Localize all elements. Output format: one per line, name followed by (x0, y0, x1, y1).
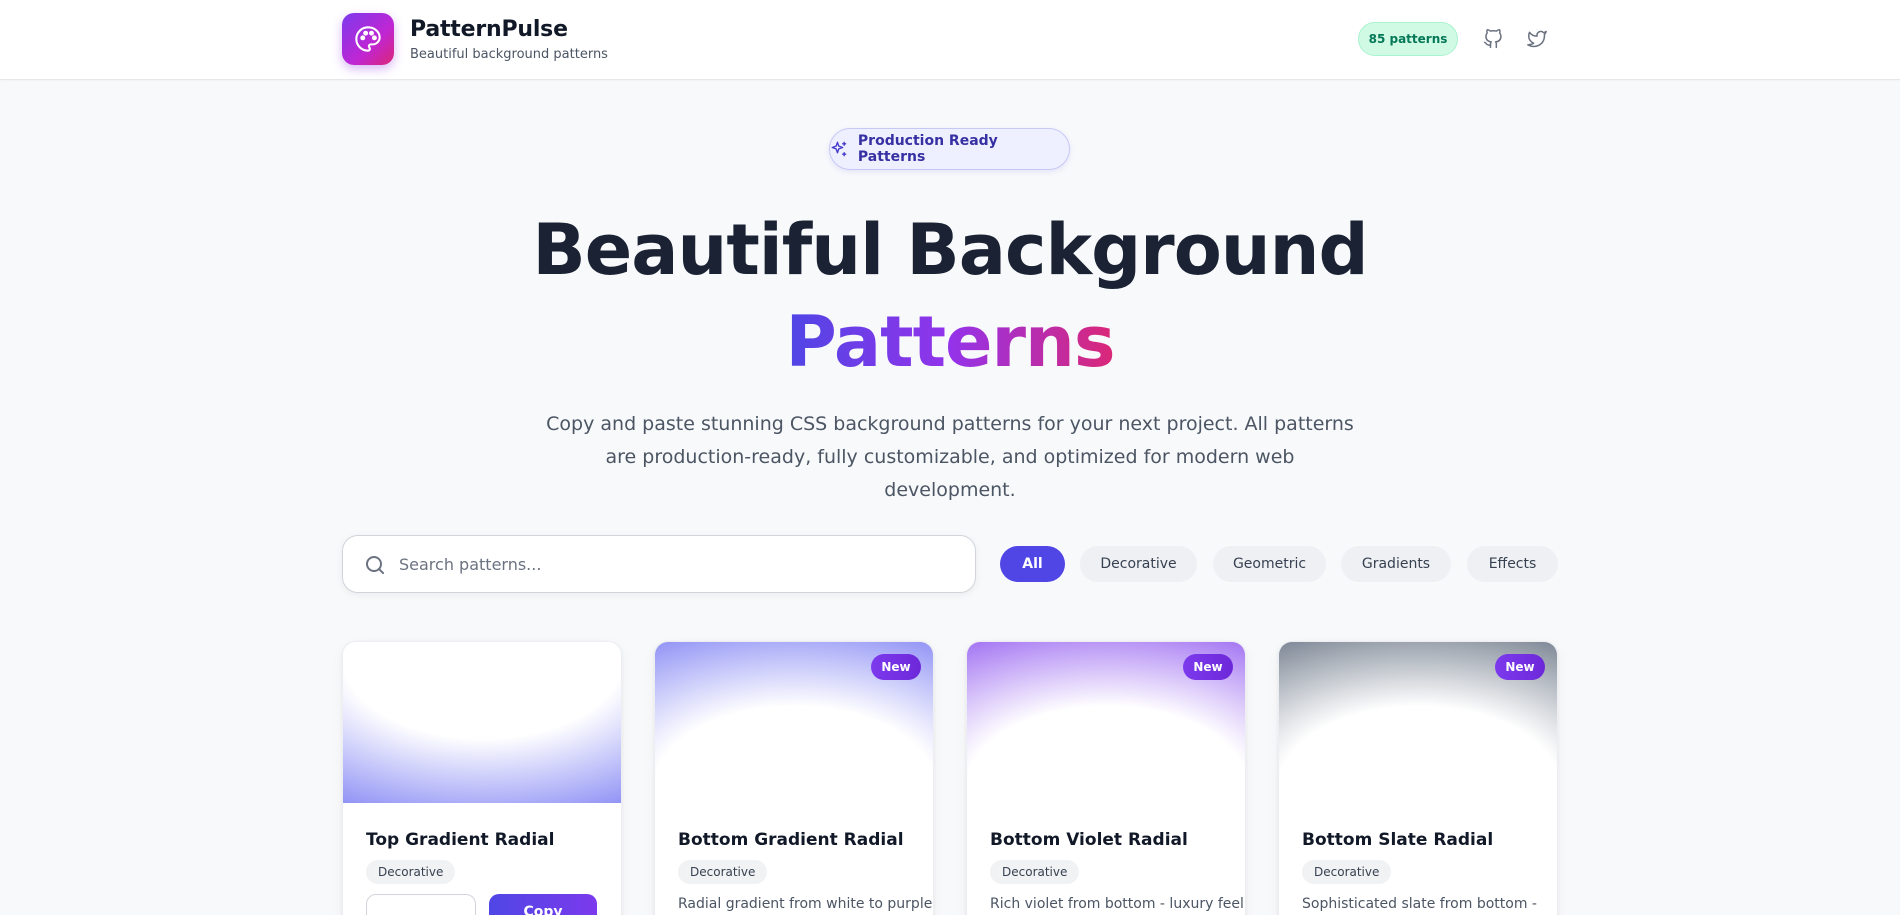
hero-description-line1: Copy and paste stunning CSS background p… (546, 413, 1354, 435)
hero-description: Copy and paste stunning CSS background p… (540, 408, 1360, 507)
production-ready-badge: Production Ready Patterns (829, 128, 1070, 170)
github-link[interactable] (1482, 28, 1504, 50)
hero-title-line2: Patterns (0, 300, 1900, 384)
filter-geometric[interactable]: Geometric (1213, 546, 1326, 582)
card-description: Sophisticated slate from bottom - (1302, 896, 1537, 912)
new-badge: New (1183, 654, 1233, 680)
card-title: Top Gradient Radial (366, 830, 555, 850)
twitter-icon (1527, 30, 1547, 48)
card-category: Decorative (990, 860, 1080, 884)
filter-gradients[interactable]: Gradients (1341, 546, 1451, 582)
search-box (342, 535, 976, 593)
twitter-link[interactable] (1526, 28, 1548, 50)
pattern-card[interactable]: New Bottom Slate Radial Decorative Sophi… (1278, 641, 1558, 915)
pattern-preview (343, 642, 621, 803)
hero-description-line2: are production-ready, fully customizable… (605, 446, 1295, 501)
card-title: Bottom Gradient Radial (678, 830, 904, 850)
production-ready-label: Production Ready Patterns (857, 133, 998, 165)
view-code-button[interactable] (366, 894, 476, 915)
card-category: Decorative (1302, 860, 1392, 884)
hero-title-line1: Beautiful Background (532, 209, 1368, 291)
top-header: PatternPulse Beautiful background patter… (0, 0, 1900, 80)
new-badge: New (871, 654, 921, 680)
pattern-count-badge: 85 patterns (1358, 22, 1458, 56)
card-title: Bottom Violet Radial (990, 830, 1188, 850)
card-description: Rich violet from bottom - luxury feel (990, 896, 1244, 912)
new-badge: New (1495, 654, 1545, 680)
sparkles-icon (831, 141, 847, 157)
pattern-card[interactable]: New Bottom Gradient Radial Decorative Ra… (654, 641, 934, 915)
card-title: Bottom Slate Radial (1302, 830, 1494, 850)
logo[interactable] (342, 13, 394, 65)
filter-decorative[interactable]: Decorative (1080, 546, 1197, 582)
pattern-card[interactable]: Top Gradient Radial Decorative Copy (342, 641, 622, 915)
card-category: Decorative (366, 860, 456, 884)
filter-all[interactable]: All (1000, 546, 1065, 582)
card-description: Radial gradient from white to purple (678, 896, 933, 912)
brand-name[interactable]: PatternPulse (410, 17, 568, 42)
hero-title-gradient-word: Patterns (785, 301, 1115, 383)
card-category: Decorative (678, 860, 768, 884)
github-icon (1483, 29, 1502, 49)
palette-icon (355, 26, 381, 52)
search-input[interactable] (399, 536, 959, 592)
copy-button[interactable]: Copy (489, 894, 597, 915)
pattern-card[interactable]: New Bottom Violet Radial Decorative Rich… (966, 641, 1246, 915)
brand-tagline: Beautiful background patterns (410, 47, 608, 62)
filter-effects[interactable]: Effects (1467, 546, 1558, 582)
search-icon (366, 556, 384, 574)
